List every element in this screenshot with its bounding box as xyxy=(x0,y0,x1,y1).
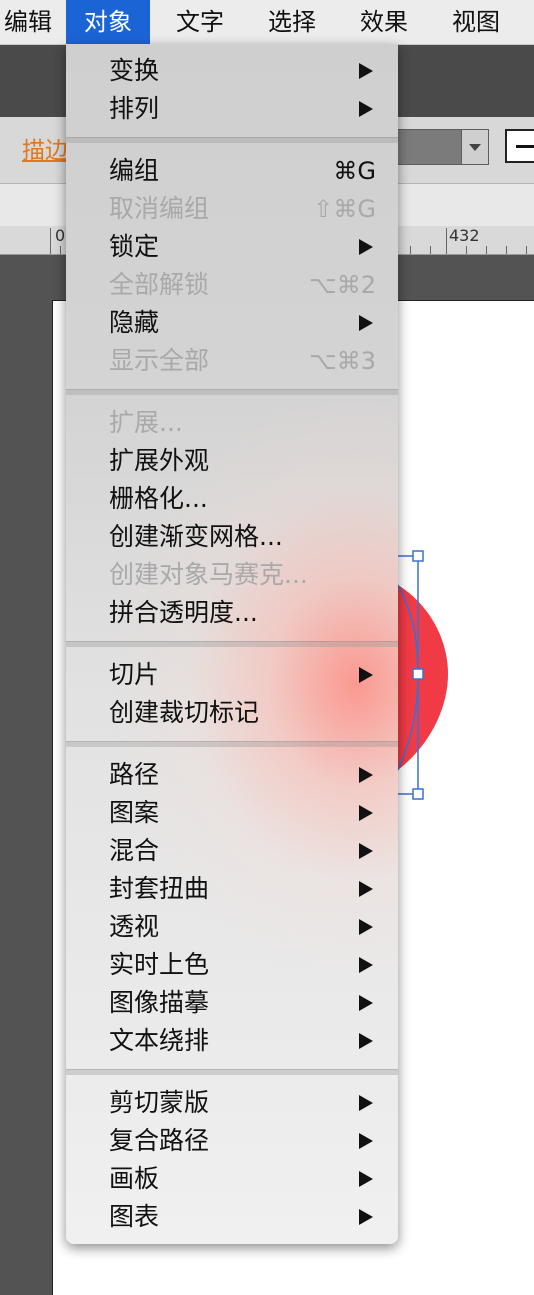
submenu-arrow-icon xyxy=(359,1095,373,1111)
submenu-arrow-icon xyxy=(359,239,373,255)
menu-item-label: 实时上色 xyxy=(109,950,210,979)
menu-item-label: 栅格化... xyxy=(109,484,208,513)
submenu-arrow-icon xyxy=(359,63,373,79)
menu-item[interactable]: 编组 ⌘G xyxy=(66,152,398,190)
menu-item-label: 拼合透明度... xyxy=(109,598,258,627)
submenu-arrow-icon xyxy=(359,1209,373,1225)
submenu-arrow-icon xyxy=(359,957,373,973)
menu-separator xyxy=(66,137,398,143)
menu-item[interactable]: 排列 xyxy=(66,90,398,128)
menu-item[interactable]: 拼合透明度... xyxy=(66,594,398,632)
menu-item[interactable]: 复合路径 xyxy=(66,1122,398,1160)
submenu-arrow-icon xyxy=(359,767,373,783)
object-menu-dropdown: 变换排列编组 ⌘G 取消编组 ⇧⌘G 锁定全部解锁 ⌥⌘2 隐藏显示全部 ⌥⌘3 扩展... 扩展… xyxy=(66,44,398,1244)
menu-item-label: 排列 xyxy=(109,94,160,123)
submenu-arrow-icon xyxy=(359,315,373,331)
menu-item-label: 创建渐变网格... xyxy=(109,522,283,551)
menu-item[interactable]: 实时上色 xyxy=(66,946,398,984)
menu-item[interactable]: 画板 xyxy=(66,1160,398,1198)
menu-item[interactable]: 隐藏 xyxy=(66,304,398,342)
menu-item[interactable]: 创建对象马赛克... xyxy=(66,556,398,594)
menu-item-label: 透视 xyxy=(109,912,160,941)
menu-item-label: 创建对象马赛克... xyxy=(109,560,308,589)
menu-item[interactable]: 混合 xyxy=(66,832,398,870)
menu-item[interactable]: 封套扭曲 xyxy=(66,870,398,908)
submenu-arrow-icon xyxy=(359,995,373,1011)
menu-item-label: 扩展... xyxy=(109,408,183,437)
menu-separator xyxy=(66,1069,398,1075)
menu-item-label: 编组 xyxy=(109,156,160,185)
submenu-arrow-icon xyxy=(359,1171,373,1187)
menu-item-label: 锁定 xyxy=(109,232,160,261)
submenu-arrow-icon xyxy=(359,101,373,117)
submenu-arrow-icon xyxy=(359,843,373,859)
menu-item-shortcut: ⌘G xyxy=(333,157,376,185)
menu-item-label: 文本绕排 xyxy=(109,1026,210,1055)
menu-item[interactable]: 显示全部 ⌥⌘3 xyxy=(66,342,398,380)
submenu-arrow-icon xyxy=(359,1133,373,1149)
menu-item-label: 取消编组 xyxy=(109,194,210,223)
selection-handle xyxy=(412,668,424,680)
submenu-arrow-icon xyxy=(359,881,373,897)
menu-item[interactable]: 图案 xyxy=(66,794,398,832)
menu-item-label: 图像描摹 xyxy=(109,988,210,1017)
menu-item-label: 图表 xyxy=(109,1202,160,1231)
menu-item-label: 剪切蒙版 xyxy=(109,1088,210,1117)
menu-item-label: 创建裁切标记 xyxy=(109,698,260,727)
selection-handle xyxy=(412,788,424,800)
menu-item[interactable]: 创建渐变网格... xyxy=(66,518,398,556)
menu-item[interactable]: 变换 xyxy=(66,52,398,90)
menu-item[interactable]: 剪切蒙版 xyxy=(66,1084,398,1122)
menu-item-label: 隐藏 xyxy=(109,308,160,337)
menu-item-shortcut: ⌥⌘2 xyxy=(309,271,376,299)
menu-item-label: 显示全部 xyxy=(109,346,210,375)
menu-item[interactable]: 扩展外观 xyxy=(66,442,398,480)
submenu-arrow-icon xyxy=(359,805,373,821)
menu-item[interactable]: 图像描摹 xyxy=(66,984,398,1022)
menu-item[interactable]: 取消编组 ⇧⌘G xyxy=(66,190,398,228)
menu-item-shortcut: ⇧⌘G xyxy=(313,195,376,223)
menu-item-shortcut: ⌥⌘3 xyxy=(309,347,376,375)
submenu-arrow-icon xyxy=(359,1033,373,1049)
menu-item-label: 混合 xyxy=(109,836,160,865)
menu-item[interactable]: 扩展... xyxy=(66,404,398,442)
menu-separator xyxy=(66,741,398,747)
menu-item-label: 切片 xyxy=(109,660,160,689)
menu-item[interactable]: 文本绕排 xyxy=(66,1022,398,1060)
menu-item-label: 扩展外观 xyxy=(109,446,210,475)
menu-item[interactable]: 切片 xyxy=(66,656,398,694)
menu-item-label: 复合路径 xyxy=(109,1126,210,1155)
menu-item-label: 全部解锁 xyxy=(109,270,210,299)
menu-item[interactable]: 全部解锁 ⌥⌘2 xyxy=(66,266,398,304)
menu-item[interactable]: 锁定 xyxy=(66,228,398,266)
menu-item[interactable]: 创建裁切标记 xyxy=(66,694,398,732)
menu-item[interactable]: 栅格化... xyxy=(66,480,398,518)
menu-separator xyxy=(66,389,398,395)
submenu-arrow-icon xyxy=(359,667,373,683)
menu-item-label: 图案 xyxy=(109,798,160,827)
menu-item[interactable]: 图表 xyxy=(66,1198,398,1236)
menu-item-label: 封套扭曲 xyxy=(109,874,210,903)
menu-item[interactable]: 透视 xyxy=(66,908,398,946)
submenu-arrow-icon xyxy=(359,919,373,935)
menu-item[interactable]: 路径 xyxy=(66,756,398,794)
menu-separator xyxy=(66,641,398,647)
menu-item-label: 画板 xyxy=(109,1164,160,1193)
selection-handle xyxy=(412,550,424,562)
menu-item-label: 变换 xyxy=(109,56,160,85)
menu-item-label: 路径 xyxy=(109,760,160,789)
